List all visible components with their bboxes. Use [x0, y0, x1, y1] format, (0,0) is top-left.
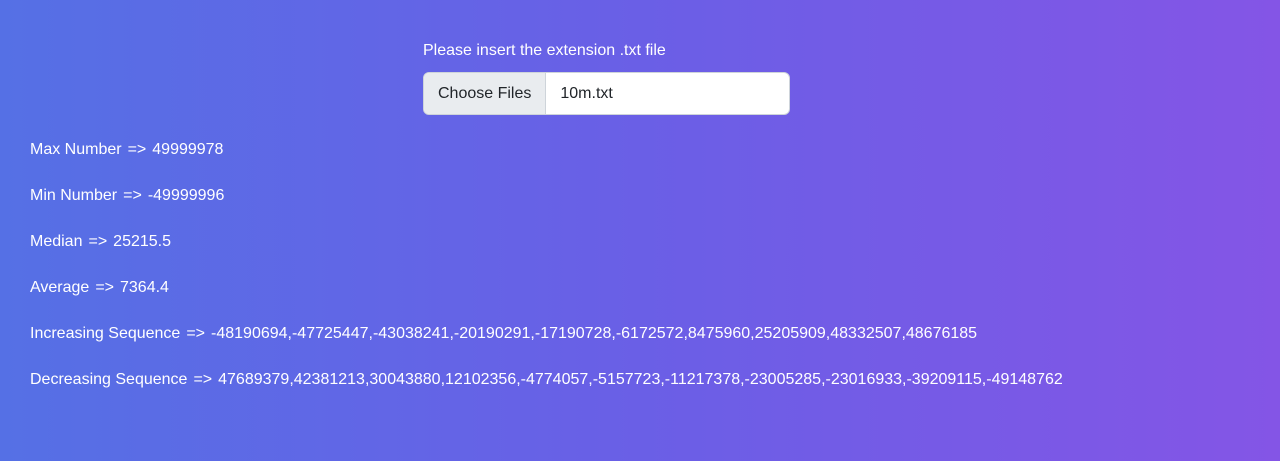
median-arrow: =>	[88, 233, 108, 250]
file-input[interactable]: Choose Files 10m.txt	[423, 72, 790, 115]
increasing-sequence-value: -48190694,-47725447,-43038241,-20190291,…	[211, 325, 978, 342]
median-result: Median => 25215.5	[30, 231, 1270, 253]
average-arrow: =>	[95, 279, 114, 296]
selected-file-name: 10m.txt	[560, 84, 613, 102]
decreasing-sequence-label: Decreasing Sequence	[30, 371, 188, 388]
increasing-sequence-label: Increasing Sequence	[30, 325, 181, 342]
max-number-label: Max Number	[30, 141, 122, 158]
upload-instruction-label: Please insert the extension .txt file	[423, 42, 666, 59]
min-number-arrow: =>	[123, 187, 142, 204]
median-value: 25215.5	[113, 233, 172, 250]
average-result: Average => 7364.4	[30, 277, 1270, 299]
increasing-sequence-result: Increasing Sequence => -48190694,-47725447…	[30, 323, 1270, 345]
decreasing-sequence-value: 47689379,42381213,30043880,12102356,-477…	[218, 371, 1063, 388]
min-number-label: Min Number	[30, 187, 118, 204]
results-panel: Max Number => 49999978 Min Number => -499999…	[30, 139, 1270, 415]
decreasing-sequence-result: Decreasing Sequence => 47689379,42381213,3…	[30, 369, 1270, 391]
average-label: Average	[30, 279, 90, 296]
min-number-value: -49999996	[147, 187, 225, 204]
min-number-result: Min Number => -49999996	[30, 185, 1270, 207]
choose-files-button[interactable]: Choose Files	[424, 73, 547, 114]
max-number-value: 49999978	[152, 141, 224, 158]
median-label: Median	[30, 233, 83, 250]
file-upload-section: Please insert the extension .txt file Ch…	[423, 40, 790, 115]
average-value: 7364.4	[120, 279, 169, 296]
increasing-sequence-arrow: =>	[186, 325, 206, 342]
max-number-arrow: =>	[127, 141, 147, 158]
max-number-result: Max Number => 49999978	[30, 139, 1270, 161]
decreasing-sequence-arrow: =>	[193, 371, 213, 388]
